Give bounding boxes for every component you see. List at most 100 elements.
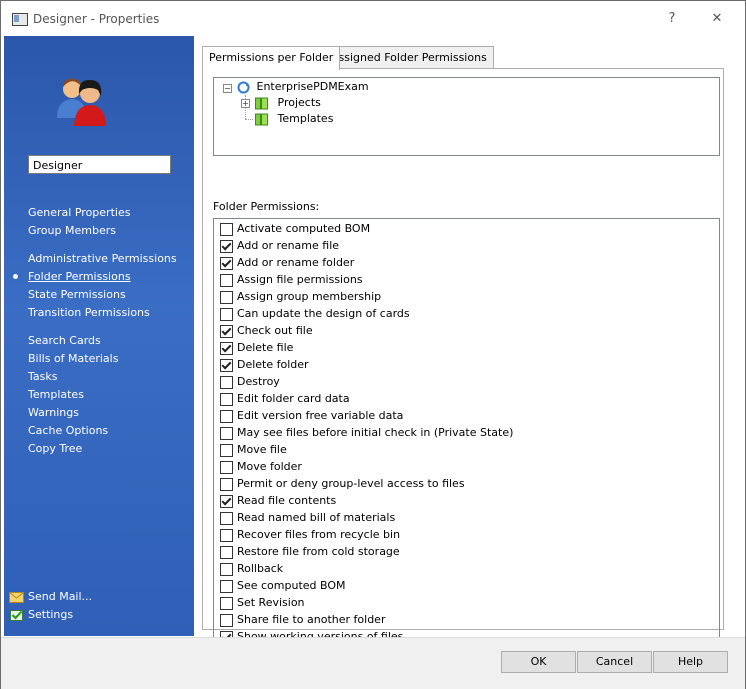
envelope-icon <box>9 592 24 603</box>
sidebar-item-general-properties[interactable]: General Properties <box>28 206 130 219</box>
permission-label: Add or rename folder <box>237 256 355 269</box>
permission-checkbox[interactable] <box>220 444 233 457</box>
permission-checkbox[interactable] <box>220 308 233 321</box>
folder-tree: − EnterprisePDMExam + Projects Templates <box>213 77 720 156</box>
sidebar-item-group-members[interactable]: Group Members <box>28 224 116 237</box>
permission-label: Edit version free variable data <box>237 409 404 422</box>
settings-link[interactable]: Settings <box>9 608 73 621</box>
permission-label: May see files before initial check in (P… <box>237 426 514 439</box>
dialog-footer: OK Cancel Help <box>1 637 745 689</box>
permission-checkbox[interactable] <box>220 580 233 593</box>
tab-assigned-folder-permissions[interactable]: Assigned Folder Permissions <box>324 46 494 69</box>
permission-checkbox[interactable] <box>220 461 233 474</box>
window-title: Designer - Properties <box>33 12 160 26</box>
permission-label: Move folder <box>237 460 302 473</box>
permission-checkbox[interactable] <box>220 359 233 372</box>
permission-label: Assign file permissions <box>237 273 363 286</box>
tree-item-templates[interactable]: Templates <box>255 112 333 126</box>
send-mail-label: Send Mail... <box>28 590 93 603</box>
ok-button[interactable]: OK <box>501 651 576 673</box>
sidebar-item-templates[interactable]: Templates <box>28 388 84 401</box>
permission-label: Delete folder <box>237 358 309 371</box>
sidebar-item-search-cards[interactable]: Search Cards <box>28 334 101 347</box>
properties-window: Designer - Properties ? ✕ Designer Gener… <box>0 0 746 689</box>
settings-checkmark-icon <box>10 610 23 621</box>
permission-checkbox[interactable] <box>220 427 233 440</box>
permission-checkbox[interactable] <box>220 597 233 610</box>
permission-label: See computed BOM <box>237 579 346 592</box>
content-panel: Permissions per Folder Assigned Folder P… <box>194 36 745 651</box>
sidebar-item-folder-permissions[interactable]: Folder Permissions <box>28 270 131 283</box>
tree-item-projects[interactable]: Projects <box>255 96 321 110</box>
tree-root[interactable]: EnterprisePDMExam <box>237 80 369 94</box>
permission-label: Read file contents <box>237 494 337 507</box>
permission-checkbox[interactable] <box>220 529 233 542</box>
permission-checkbox[interactable] <box>220 257 233 270</box>
sidebar-item-bills-of-materials[interactable]: Bills of Materials <box>28 352 118 365</box>
help-button[interactable]: Help <box>653 651 728 673</box>
permission-label: Recover files from recycle bin <box>237 528 401 541</box>
permission-checkbox[interactable] <box>220 614 233 627</box>
folder-icon <box>255 97 268 109</box>
permission-label: Rollback <box>237 562 284 575</box>
tab-permissions-per-folder[interactable]: Permissions per Folder <box>202 46 341 70</box>
cancel-button[interactable]: Cancel <box>577 651 652 673</box>
sidebar-item-cache-options[interactable]: Cache Options <box>28 424 108 437</box>
permission-label: Delete file <box>237 341 294 354</box>
title-bar: Designer - Properties ? ✕ <box>1 1 745 35</box>
permission-checkbox[interactable] <box>220 495 233 508</box>
sidebar-item-transition-permissions[interactable]: Transition Permissions <box>28 306 150 319</box>
permission-label: Edit folder card data <box>237 392 350 405</box>
sidebar-item-state-permissions[interactable]: State Permissions <box>28 288 126 301</box>
permission-checkbox[interactable] <box>220 274 233 287</box>
collapse-root-icon[interactable]: − <box>223 84 232 93</box>
permission-label: Add or rename file <box>237 239 340 252</box>
app-window-icon <box>12 13 28 26</box>
group-name-field[interactable]: Designer <box>28 155 171 174</box>
permission-checkbox[interactable] <box>220 325 233 338</box>
tab-panel: − EnterprisePDMExam + Projects Templates… <box>202 68 724 651</box>
permissions-list: Activate computed BOM Add or rename file A… <box>213 218 720 651</box>
sidebar-item-administrative-permissions[interactable]: Administrative Permissions <box>28 252 177 265</box>
permission-checkbox[interactable] <box>220 240 233 253</box>
tree-item-projects-label: Projects <box>277 96 321 109</box>
users-icon <box>57 78 106 126</box>
permission-checkbox[interactable] <box>220 410 233 423</box>
tree-item-templates-label: Templates <box>277 112 334 125</box>
permission-label: Activate computed BOM <box>237 222 371 235</box>
folder-icon <box>255 113 268 125</box>
permission-label: Permit or deny group-level access to fil… <box>237 477 465 490</box>
permission-label: Assign group membership <box>237 290 382 303</box>
permission-checkbox[interactable] <box>220 546 233 559</box>
expand-projects-icon[interactable]: + <box>241 99 250 108</box>
sidebar-item-warnings[interactable]: Warnings <box>28 406 79 419</box>
tree-connector <box>245 119 253 120</box>
folder-permissions-heading: Folder Permissions: <box>213 200 320 213</box>
permission-label: Check out file <box>237 324 313 337</box>
permission-checkbox[interactable] <box>220 393 233 406</box>
permission-label: Read named bill of materials <box>237 511 396 524</box>
permission-checkbox[interactable] <box>220 563 233 576</box>
permission-checkbox[interactable] <box>220 478 233 491</box>
permission-checkbox[interactable] <box>220 512 233 525</box>
permission-label: Move file <box>237 443 287 456</box>
help-title-button[interactable]: ? <box>662 9 682 29</box>
close-button[interactable]: ✕ <box>707 9 727 29</box>
settings-label: Settings <box>28 608 74 621</box>
permission-checkbox[interactable] <box>220 342 233 355</box>
permission-checkbox[interactable] <box>220 376 233 389</box>
sidebar: Designer General Properties Group Member… <box>4 36 194 636</box>
active-bullet <box>13 274 18 279</box>
sidebar-item-copy-tree[interactable]: Copy Tree <box>28 442 82 455</box>
permission-label: Destroy <box>237 375 280 388</box>
sidebar-item-tasks[interactable]: Tasks <box>28 370 57 383</box>
permission-label: Set Revision <box>237 596 305 609</box>
permission-checkbox[interactable] <box>220 223 233 236</box>
permission-checkbox[interactable] <box>220 291 233 304</box>
send-mail-link[interactable]: Send Mail... <box>9 590 92 603</box>
permission-label: Share file to another folder <box>237 613 386 626</box>
permission-label: Can update the design of cards <box>237 307 410 320</box>
permission-label: Restore file from cold storage <box>237 545 400 558</box>
vault-icon <box>237 81 250 93</box>
tree-root-label: EnterprisePDMExam <box>256 80 369 93</box>
